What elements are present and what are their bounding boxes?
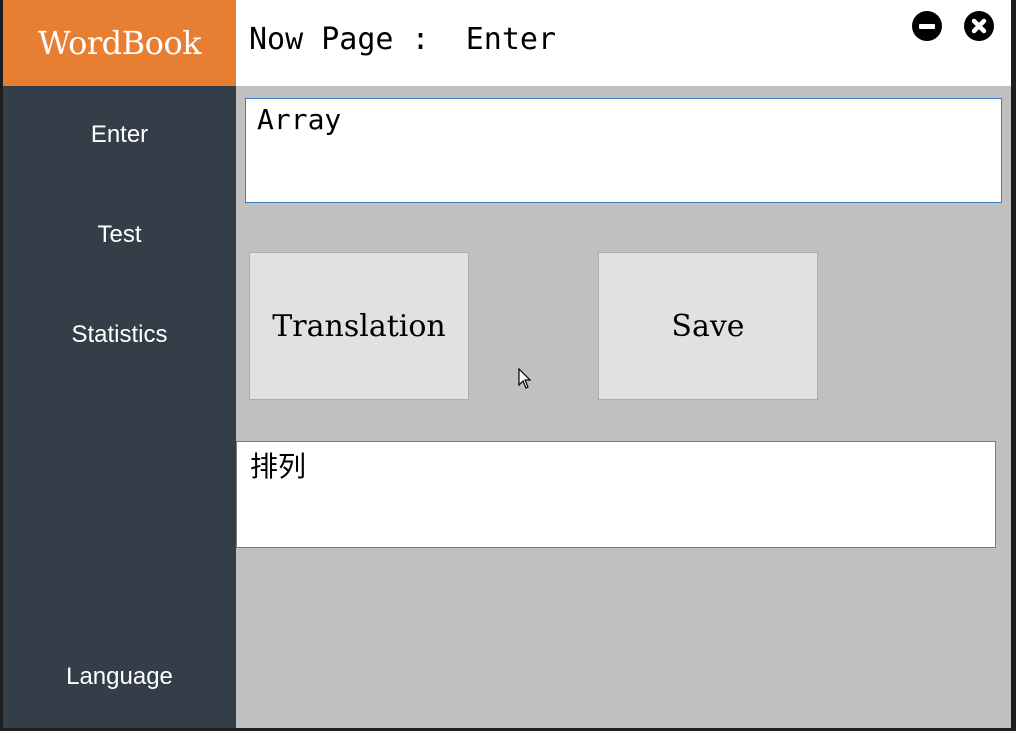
sidebar-item-test[interactable]: Test xyxy=(3,221,236,249)
sidebar-item-statistics[interactable]: Statistics xyxy=(3,321,236,349)
word-input[interactable]: Array xyxy=(245,98,1002,203)
translation-result: 排列 xyxy=(236,441,996,548)
save-button[interactable]: Save xyxy=(598,252,818,400)
minimize-icon[interactable] xyxy=(912,11,942,41)
language-button[interactable]: Language xyxy=(3,663,236,691)
sidebar: Enter Test Statistics Language xyxy=(3,86,236,728)
current-page-name: Enter xyxy=(465,22,557,57)
sidebar-item-enter[interactable]: Enter xyxy=(3,121,236,149)
header: Now Page : Enter xyxy=(236,0,1011,86)
mouse-cursor-icon xyxy=(518,368,532,389)
app-title: WordBook xyxy=(3,0,236,86)
page-title: Now Page : Enter xyxy=(249,22,556,57)
translation-button[interactable]: Translation xyxy=(249,252,469,400)
now-page-label: Now Page : xyxy=(249,22,430,57)
close-icon[interactable] xyxy=(964,11,994,41)
